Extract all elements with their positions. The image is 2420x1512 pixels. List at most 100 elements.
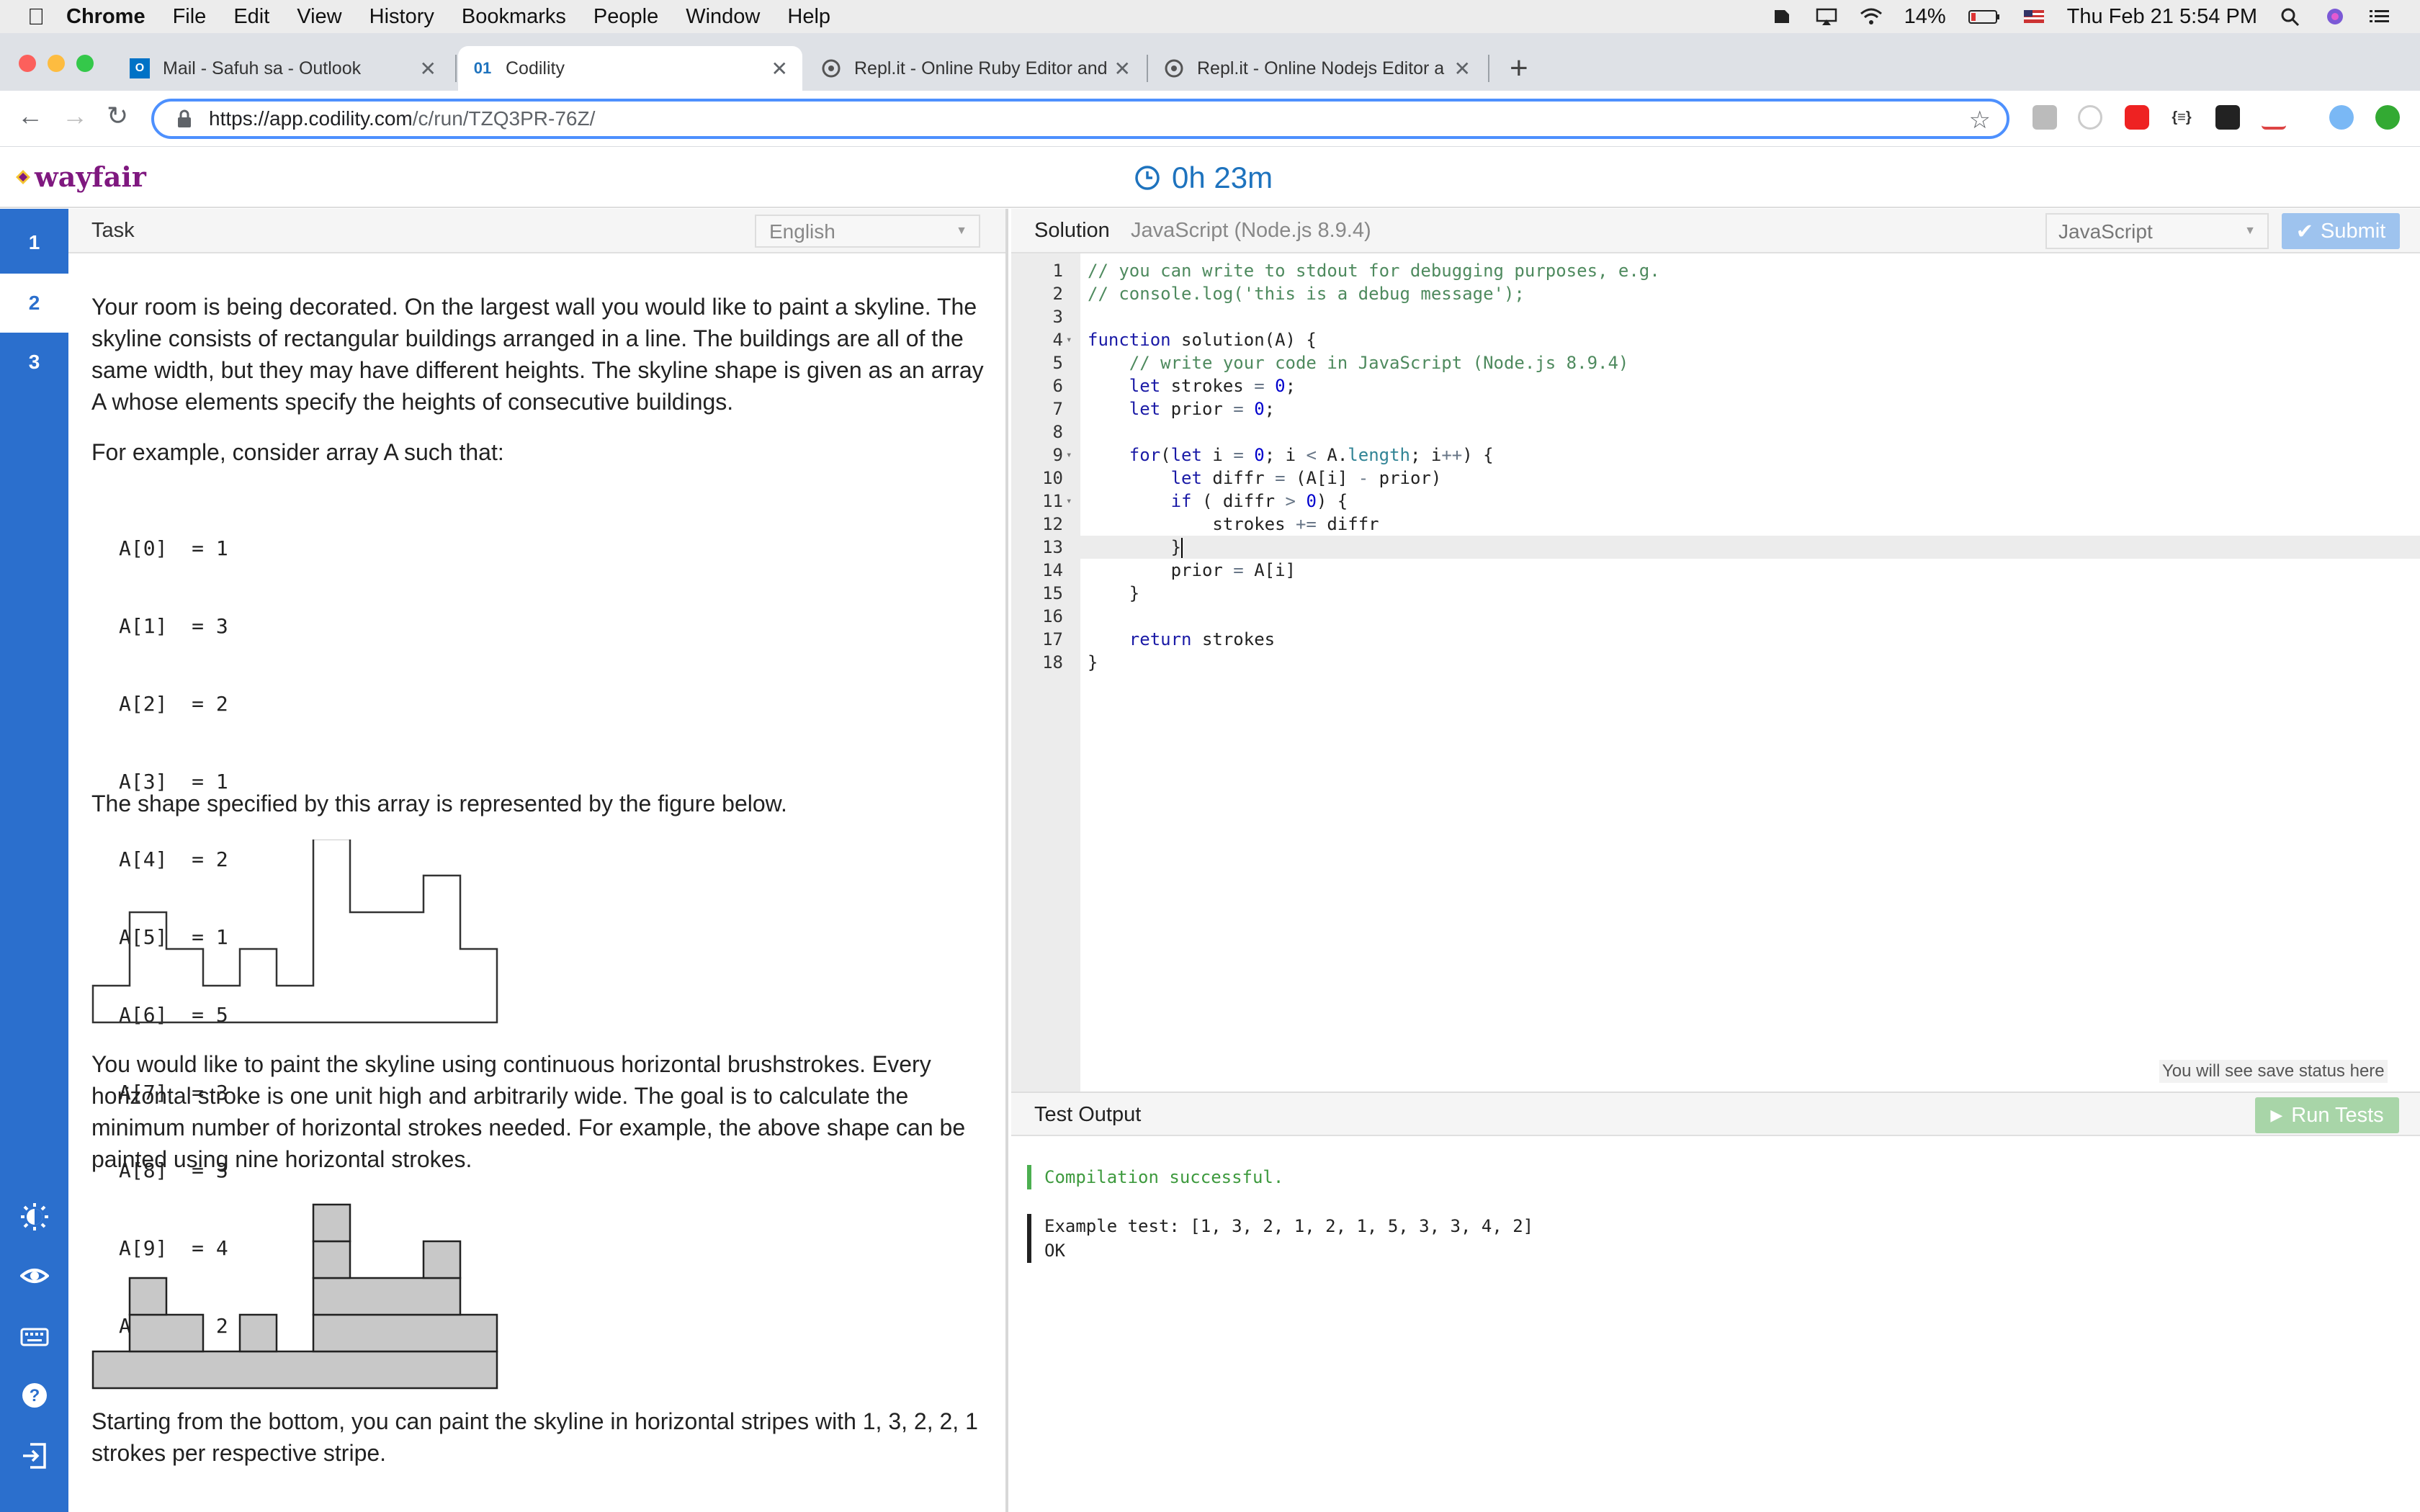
siri-icon[interactable] (2323, 7, 2347, 26)
code-line[interactable]: 17 return strokes (1011, 628, 2420, 651)
profile-avatar-icon[interactable] (2329, 105, 2354, 130)
menu-help[interactable]: Help (787, 5, 830, 29)
task-paragraph-1: Your room is being decorated. On the lar… (91, 294, 984, 415)
brushstroke-rect (312, 1203, 351, 1243)
bookmark-star-icon[interactable]: ☆ (1969, 106, 1991, 135)
compile-message: Compilation successful. (1027, 1165, 1283, 1189)
code-line[interactable]: 12 strokes += diffr (1011, 513, 2420, 536)
brushstroke-rect (238, 1313, 278, 1353)
code-text: strokes += diffr (1088, 514, 1379, 534)
submit-button[interactable]: ✔ Submit (2282, 213, 2400, 249)
code-line[interactable]: 18} (1011, 651, 2420, 674)
extension-react-icon[interactable] (2215, 105, 2240, 130)
tab-replit-ruby[interactable]: Repl.it - Online Ruby Editor and ✕ (807, 46, 1145, 91)
help-icon[interactable]: ? (20, 1381, 49, 1410)
update-icon[interactable] (2375, 105, 2400, 130)
menu-edit[interactable]: Edit (233, 5, 269, 29)
code-text: } (1088, 652, 1098, 672)
outlook-icon: O (130, 58, 150, 78)
task-3-button[interactable]: 3 (0, 333, 68, 392)
code-line[interactable]: 10 let diffr = (A[i] - prior) (1011, 467, 2420, 490)
code-line[interactable]: 16 (1011, 605, 2420, 628)
menu-clock[interactable]: Thu Feb 21 5:54 PM (2067, 5, 2257, 29)
wayfair-logo: wayfair (16, 161, 146, 193)
extension-wa-icon[interactable] (2078, 105, 2102, 130)
code-editor[interactable]: 1 // you can write to stdout for debuggin… (1011, 253, 2420, 1092)
code-line[interactable]: 2 // console.log('this is a debug message… (1011, 282, 2420, 305)
tab-replit-nodejs[interactable]: Repl.it - Online Nodejs Editor a ✕ (1150, 46, 1485, 91)
run-tests-button[interactable]: ▶ Run Tests (2255, 1097, 2399, 1133)
extension-youtube-icon[interactable] (2125, 105, 2149, 130)
window-minimize-button[interactable] (48, 55, 65, 72)
task-2-button[interactable]: 2 (0, 274, 68, 333)
tab-outlook[interactable]: O Mail - Safuh sa - Outlook ✕ (115, 46, 451, 91)
battery-icon[interactable] (1968, 7, 2001, 26)
tab-codility[interactable]: 01 Codility ✕ (458, 46, 802, 91)
back-icon[interactable]: ← (17, 101, 43, 131)
code-line[interactable]: 9 ▾ for(let i = 0; i < A.length; i++) { (1011, 444, 2420, 467)
menu-bookmarks[interactable]: Bookmarks (462, 5, 566, 29)
close-icon[interactable]: ✕ (1114, 57, 1131, 81)
notification-center-icon[interactable] (2368, 7, 2391, 26)
menu-window[interactable]: Window (686, 5, 760, 29)
task-1-button[interactable]: 1 (0, 213, 68, 272)
extension-h-icon[interactable] (2033, 105, 2057, 130)
brushstroke-rect (128, 1277, 168, 1316)
chevron-down-icon: ▼ (2244, 225, 2256, 237)
code-line[interactable]: 7 let prior = 0; (1011, 397, 2420, 420)
exit-icon[interactable] (20, 1441, 49, 1470)
brushstroke-rect (312, 1240, 351, 1279)
line-number: 4 (1052, 330, 1063, 350)
code-line[interactable]: 8 (1011, 420, 2420, 444)
code-line[interactable]: 6 let strokes = 0; (1011, 374, 2420, 397)
spotlight-icon[interactable] (2279, 7, 2302, 26)
address-bar[interactable]: https://app.codility.com/c/run/TZQ3PR-76… (151, 99, 2009, 139)
code-line[interactable]: 11 ▾ if ( diffr > 0) { (1011, 490, 2420, 513)
menu-file[interactable]: File (173, 5, 207, 29)
fold-arrow-icon[interactable]: ▾ (1066, 490, 1072, 513)
code-line[interactable]: 14 prior = A[i] (1011, 559, 2420, 582)
line-number: 8 (1052, 422, 1063, 442)
line-number: 17 (1042, 629, 1063, 649)
window-zoom-button[interactable] (76, 55, 94, 72)
new-tab-button[interactable]: + (1510, 50, 1528, 86)
skyline-outline-figure (91, 840, 498, 1024)
line-number: 1 (1052, 261, 1063, 281)
solution-language-select[interactable]: JavaScript ▼ (2045, 213, 2269, 249)
apple-icon[interactable]:  (27, 4, 66, 30)
flag-icon[interactable] (2022, 7, 2045, 26)
code-line[interactable]: 1 // you can write to stdout for debuggin… (1011, 259, 2420, 282)
menu-app-name[interactable]: Chrome (66, 5, 145, 29)
reload-icon[interactable]: ↻ (107, 101, 128, 131)
close-icon[interactable]: ✕ (771, 57, 788, 81)
eye-icon[interactable] (20, 1261, 49, 1290)
brightness-icon[interactable] (20, 1202, 49, 1231)
run-tests-label: Run Tests (2291, 1103, 2384, 1127)
wifi-icon[interactable] (1860, 7, 1883, 26)
code-line[interactable]: 5 // write your code in JavaScript (Node… (1011, 351, 2420, 374)
fold-arrow-icon[interactable]: ▾ (1066, 328, 1072, 351)
code-line[interactable]: 15 } (1011, 582, 2420, 605)
menu-history[interactable]: History (369, 5, 434, 29)
close-icon[interactable]: ✕ (1454, 57, 1471, 81)
code-line[interactable]: 4 ▾ function solution(A) { (1011, 328, 2420, 351)
keyboard-icon[interactable] (20, 1322, 49, 1351)
tab-title: Mail - Safuh sa - Outlook (163, 58, 362, 78)
window-close-button[interactable] (19, 55, 36, 72)
airplay-icon[interactable] (1815, 7, 1838, 26)
timer-value: 0h 23m (1172, 161, 1273, 194)
close-icon[interactable]: ✕ (420, 57, 436, 81)
menu-people[interactable]: People (593, 5, 658, 29)
code-text: // console.log('this is a debug message'… (1088, 284, 1525, 304)
code-line[interactable]: 13 } (1011, 536, 2420, 559)
fold-arrow-icon[interactable]: ▾ (1066, 444, 1072, 467)
evernote-icon[interactable] (1770, 7, 1793, 26)
task-language-select[interactable]: English ▼ (755, 215, 980, 248)
extension-pen-icon[interactable] (2262, 105, 2286, 130)
timer: 0h 23m (1134, 161, 1273, 195)
extension-json-icon[interactable]: {≡} (2169, 105, 2194, 130)
forward-icon[interactable]: → (62, 101, 88, 131)
code-line[interactable]: 3 (1011, 305, 2420, 328)
test-output-panel: Compilation successful. Example test: [1… (1011, 1136, 2420, 1512)
menu-view[interactable]: View (297, 5, 341, 29)
